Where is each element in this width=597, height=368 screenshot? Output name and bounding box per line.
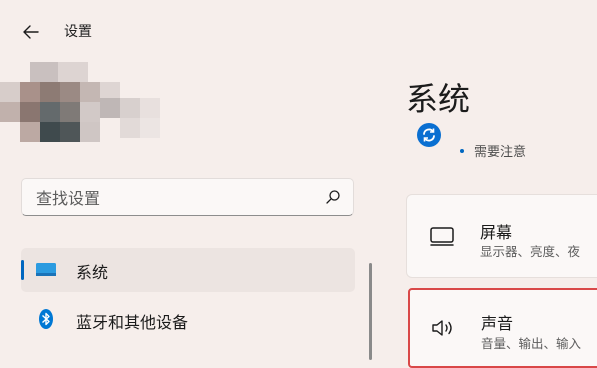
back-arrow-icon — [23, 25, 39, 39]
title-bar: 设置 — [0, 0, 597, 60]
update-status-text: 需要注意 — [474, 145, 527, 160]
status-dot — [460, 148, 464, 153]
windows-update-icon[interactable] — [416, 122, 442, 148]
card-subtitle: 显示器、亮度、夜 — [480, 244, 581, 259]
search-icon[interactable] — [325, 189, 341, 205]
sidebar-item-bluetooth[interactable]: 蓝牙和其他设备 — [21, 298, 355, 342]
display-icon — [430, 227, 454, 246]
update-status: 需要注意 — [460, 141, 526, 160]
card-subtitle: 音量、输出、输入 — [481, 336, 582, 351]
speaker-icon — [432, 320, 452, 336]
settings-card-display[interactable]: 屏幕 显示器、亮度、夜 — [406, 194, 597, 278]
settings-card-sound[interactable]: 声音 音量、输出、输入 — [408, 288, 597, 368]
app-title: 设置 — [64, 24, 92, 40]
card-title: 声音 — [481, 314, 514, 333]
sidebar-scrollbar[interactable] — [369, 263, 372, 360]
card-title: 屏幕 — [480, 223, 513, 242]
back-button[interactable] — [18, 20, 44, 44]
sidebar-item-system[interactable]: 系统 — [21, 248, 355, 292]
bluetooth-icon — [39, 309, 53, 329]
monitor-icon — [36, 263, 56, 276]
page-title: 系统 — [406, 80, 471, 118]
user-profile-avatar[interactable] — [0, 62, 180, 142]
search-box[interactable] — [21, 178, 354, 217]
sidebar-item-label: 系统 — [76, 263, 109, 282]
selection-indicator — [21, 260, 24, 280]
sidebar-item-label: 蓝牙和其他设备 — [76, 313, 189, 332]
search-input[interactable] — [34, 179, 318, 217]
